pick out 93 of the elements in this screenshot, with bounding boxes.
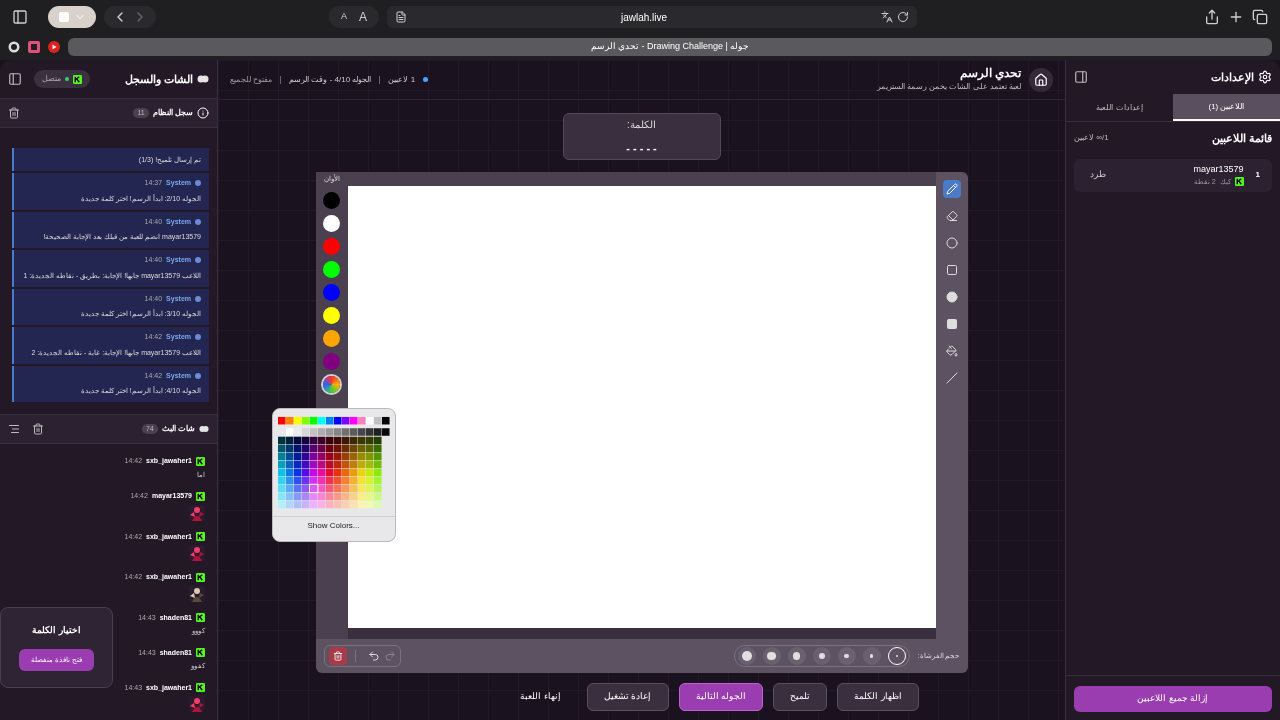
paint-bucket-icon — [945, 345, 958, 357]
color-swatch[interactable] — [323, 330, 340, 347]
collapse-icon[interactable] — [8, 72, 22, 86]
players-status: 1 لاعبين — [388, 73, 416, 86]
translate-icon — [881, 11, 894, 23]
action-button[interactable]: إعادة تشغيل — [587, 683, 669, 711]
info-icon — [195, 180, 201, 187]
new-tab-icon[interactable] — [1228, 9, 1244, 25]
access-status: مفتوح للجميع — [230, 73, 273, 86]
tool-button[interactable] — [942, 180, 961, 198]
reload-icon — [897, 11, 910, 23]
larger-text-button[interactable]: A — [355, 8, 372, 26]
color-swatch[interactable] — [323, 261, 340, 278]
custom-color-button[interactable] — [323, 376, 340, 393]
platform-icon — [196, 648, 205, 658]
tabs-icon[interactable] — [1252, 9, 1268, 25]
action-button[interactable]: إنهاء اللعبة — [504, 683, 577, 711]
filled-rectangle-icon — [945, 318, 958, 330]
word-mask: - - - - - — [626, 140, 657, 156]
game-title: تحدي الرسم — [958, 66, 1021, 81]
section-title: سجل النظام — [152, 107, 193, 119]
color-swatch[interactable] — [323, 215, 340, 232]
collapse-icon[interactable] — [1074, 70, 1088, 84]
home-icon — [1034, 72, 1048, 87]
platform-icon — [73, 74, 82, 84]
platform-icon — [196, 456, 205, 466]
remove-all-button[interactable]: إزالة جميع اللاعبين — [1074, 686, 1272, 712]
browser-tab[interactable]: تحدي الرسم - Drawing Challenge | جوله — [68, 38, 1272, 56]
home-button[interactable] — [1029, 67, 1053, 92]
tab[interactable]: إعدادات اللعبة — [1066, 94, 1173, 121]
action-button[interactable]: الجوله التالية — [678, 683, 763, 711]
card-title: اختيار الكلمة — [32, 623, 81, 638]
info-icon — [195, 257, 201, 264]
info-icon — [197, 107, 209, 119]
kick-button[interactable]: طرد — [1086, 168, 1110, 182]
undo-icon[interactable] — [367, 650, 380, 662]
trash-icon[interactable] — [8, 107, 20, 119]
platform-icon — [196, 491, 205, 501]
color-swatch[interactable] — [323, 284, 340, 301]
platform-icon — [196, 572, 205, 582]
platform-icon — [196, 683, 205, 693]
line-icon — [945, 372, 958, 384]
player-name: mayar13579 — [1193, 163, 1244, 176]
info-icon — [195, 218, 201, 225]
tab[interactable]: اللاعبين (1) — [1173, 94, 1280, 121]
info-icon — [195, 372, 201, 379]
brush-size-button[interactable] — [787, 647, 806, 665]
brush-size-button[interactable] — [837, 647, 856, 665]
platform-icon — [1234, 177, 1244, 187]
action-button[interactable]: اظهار الكلمة — [837, 683, 919, 711]
rectangle-icon — [945, 264, 958, 276]
list-title: قائمة اللاعبين — [1211, 131, 1272, 147]
play-icon[interactable] — [48, 41, 60, 53]
connection-status: متصل — [42, 73, 61, 85]
eraser-icon — [945, 210, 958, 222]
game-subtitle: لعبة تعتمد على الشات يخمن رسمة الستريمر — [876, 81, 1021, 93]
trash-icon[interactable] — [32, 423, 44, 435]
action-button[interactable]: تلميح — [773, 683, 827, 711]
platform-icon — [196, 532, 205, 542]
pencil-icon — [945, 183, 958, 195]
round-status: الجوله 4/10 - وقت الرسم — [289, 73, 372, 86]
favicon-icon[interactable] — [8, 41, 20, 53]
clear-button[interactable] — [328, 647, 347, 665]
tab-overview-button[interactable] — [48, 6, 96, 28]
reader-icon — [395, 11, 408, 23]
platform-icon — [196, 613, 205, 623]
color-swatch[interactable] — [323, 353, 340, 370]
player-rank: 1 — [1255, 169, 1260, 181]
share-icon[interactable] — [1204, 9, 1220, 25]
smaller-text-button[interactable]: A — [337, 10, 351, 24]
filled-circle-icon — [945, 291, 958, 303]
window-icon — [58, 11, 70, 23]
show-colors-button[interactable]: Show Colors... — [295, 520, 372, 532]
brush-size-button[interactable] — [862, 647, 881, 665]
list-icon[interactable] — [8, 423, 20, 435]
address-bar[interactable]: jawlah.live — [387, 6, 918, 28]
word-label: الكلمة: — [627, 117, 656, 132]
player-count: 1/∞ لاعبين — [1074, 132, 1109, 145]
panel-title: الإعدادات — [1211, 69, 1254, 86]
info-icon — [195, 334, 201, 341]
brush-size-button[interactable] — [737, 647, 756, 665]
color-swatch[interactable] — [323, 307, 340, 324]
info-icon — [195, 295, 201, 302]
settings-icon — [1258, 70, 1272, 84]
panel-title: الشات والسجل — [124, 71, 193, 88]
section-title: شات البث — [161, 423, 195, 435]
brush-size-button[interactable] — [762, 647, 781, 665]
color-swatch[interactable] — [323, 238, 340, 255]
color-swatch[interactable] — [323, 192, 340, 209]
brush-size-button[interactable] — [812, 647, 831, 665]
circle-icon — [945, 237, 958, 249]
trash-icon — [332, 651, 343, 661]
sidebar-icon[interactable] — [12, 9, 28, 25]
